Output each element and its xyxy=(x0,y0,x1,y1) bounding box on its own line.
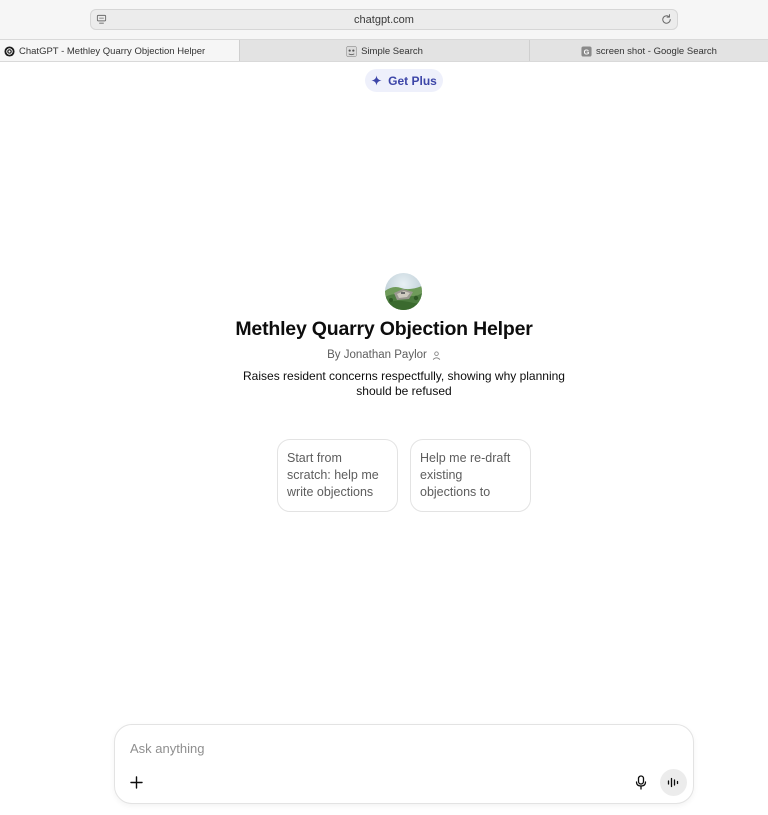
chrome-divider xyxy=(0,61,768,62)
microphone-icon xyxy=(635,774,647,790)
voice-mode-button[interactable] xyxy=(660,769,687,796)
starter-label: Help me re-draft existing objections to … xyxy=(420,451,511,499)
dictate-button[interactable] xyxy=(631,771,651,793)
tab-title: screen shot - Google Search xyxy=(596,45,717,57)
voice-waveform-icon xyxy=(667,777,679,788)
tab-title: ChatGPT - Methley Quarry Objection Helpe… xyxy=(19,45,206,57)
byline-text[interactable]: By Jonathan Paylor xyxy=(327,349,427,361)
tab-simple-search[interactable]: Simple Search xyxy=(239,40,529,62)
gpt-description: Raises resident concerns respectfully, s… xyxy=(243,369,565,398)
gpt-byline[interactable]: By Jonathan Paylor xyxy=(0,349,768,361)
prompt-input[interactable] xyxy=(130,739,670,757)
quarry-landscape-icon xyxy=(385,273,422,310)
plus-icon xyxy=(129,775,143,789)
google-favicon-icon: G xyxy=(581,45,592,57)
browser-chrome: chatgpt.com ChatGPT - Methley Quarry Obj… xyxy=(0,0,768,62)
tab-google-search[interactable]: G screen shot - Google Search xyxy=(529,40,768,62)
person-icon xyxy=(432,350,441,360)
address-bar[interactable]: chatgpt.com xyxy=(90,9,678,30)
get-plus-label: Get Plus xyxy=(388,73,437,88)
tab-strip: ChatGPT - Methley Quarry Objection Helpe… xyxy=(0,39,768,62)
reload-icon[interactable] xyxy=(660,13,673,26)
chatgpt-logo-icon xyxy=(4,45,15,57)
gpt-title: Methley Quarry Objection Helper xyxy=(235,318,533,340)
starter-label: Start from scratch: help me write object… xyxy=(287,451,379,499)
gpt-avatar xyxy=(385,273,422,310)
simple-search-favicon-icon xyxy=(346,45,357,57)
attach-button[interactable] xyxy=(125,771,147,793)
sparkle-icon xyxy=(371,75,382,86)
get-plus-button[interactable]: Get Plus xyxy=(365,69,443,92)
svg-text:G: G xyxy=(584,47,590,56)
starter-button-redraft-objections[interactable]: Help me re-draft existing objections to … xyxy=(410,439,531,512)
message-composer xyxy=(114,724,694,804)
tab-chatgpt[interactable]: ChatGPT - Methley Quarry Objection Helpe… xyxy=(0,40,239,62)
page-settings-icon[interactable] xyxy=(96,14,107,25)
starter-button-write-objections[interactable]: Start from scratch: help me write object… xyxy=(277,439,398,512)
url-text[interactable]: chatgpt.com xyxy=(354,14,414,26)
tab-title: Simple Search xyxy=(361,45,423,57)
